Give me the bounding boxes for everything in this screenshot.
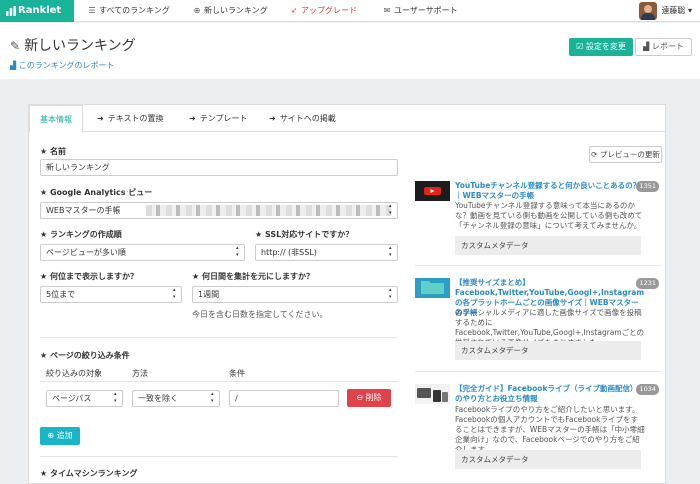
rank-count-label: ★ 何位まで表示しますか？ (40, 272, 138, 281)
preview-item[interactable]: 【完全ガイド】Facebookライブ（ライブ動画配信）のやり方とお役立ち情報 1… (415, 384, 661, 479)
arrow-right-icon: ➜ (269, 114, 276, 123)
bar-chart-icon (6, 6, 16, 16)
redacted-area (146, 205, 391, 216)
preview-item-count: 1231 (636, 278, 659, 289)
preview-item-title[interactable]: YouTubeチャンネル登録すると何か良いことあるの？｜WEBマスターの手帳 (455, 181, 643, 201)
name-input[interactable]: 新しいランキング (40, 159, 398, 176)
preview-item-meta: カスタムメタデータ (455, 341, 641, 360)
add-filter-button[interactable]: ⊕ 追加 (40, 427, 80, 445)
preview-item-desc: YouTubeチャンネル登録する意味って本当にあるのかな？動画を見ている側も動画… (455, 201, 643, 230)
page-title-text: 新しいランキング (24, 38, 136, 54)
tab-label: サイトへの掲載 (279, 114, 336, 123)
nav-label: ユーザーサポート (394, 6, 458, 15)
brand-name: Ranklet (18, 5, 62, 16)
page-header: ✎ 新しいランキング ▟ このランキングのレポート ☑ 設定を変更 ▟ レポート (0, 23, 700, 79)
tab-text-replace[interactable]: ➜ テキストの置換 (87, 105, 173, 132)
ranking-order-label: ★ ランキングの作成順 (40, 230, 122, 239)
nav-label: 新しいランキング (204, 6, 268, 15)
preview-item-count: 1034 (636, 384, 659, 395)
devices-thumbnail (415, 384, 450, 404)
filter-target-select[interactable]: ページパス (46, 390, 123, 407)
ranking-order-select[interactable]: ページビューが多い順 (40, 244, 245, 261)
preview-item[interactable]: YouTubeチャンネル登録すると何か良いことあるの？｜WEBマスターの手帳 1… (415, 181, 661, 261)
arrow-right-icon: ➜ (189, 114, 196, 123)
divider (40, 381, 398, 382)
edit-icon: ✎ (10, 39, 21, 53)
tab-label: テンプレート (199, 114, 248, 123)
preview-item-count: 1351 (636, 181, 659, 192)
settings-card: 基本情報 ➜ テキストの置換 ➜ テンプレート ➜ サイトへの掲載 ★ 名前 新しいラ… (28, 104, 666, 484)
chart-icon: ▟ (643, 42, 652, 51)
avatar (639, 2, 658, 20)
add-label: 追加 (56, 431, 73, 440)
tab-label: テキストの置換 (107, 114, 164, 123)
report-button[interactable]: ▟ レポート (635, 38, 692, 56)
filter-header-target: 絞り込みの対象 (46, 369, 102, 378)
divider (415, 371, 661, 372)
divider (40, 456, 398, 457)
filter-label: ★ ページの絞り込み条件 (40, 351, 130, 360)
top-navbar: Ranklet ☰ すべてのランキング ⊕ 新しいランキング ➶ アップグレード ✉ ユ… (0, 0, 700, 22)
user-menu[interactable]: 遠藤聡 ▾ (639, 2, 692, 20)
preview-refresh-button[interactable]: ⟳ プレビューの更新 (589, 146, 662, 163)
settings-tabs: 基本情報 ➜ テキストの置換 ➜ テンプレート ➜ サイトへの掲載 (29, 105, 665, 133)
report-label: レポート (651, 42, 684, 51)
nav-label: アップグレード (301, 6, 357, 15)
days-label: ★ 何日間を集計を元にしますか？ (192, 272, 314, 281)
mail-icon: ✉ (383, 6, 391, 15)
filter-method-select[interactable]: 一致を除く (132, 390, 220, 407)
days-select[interactable]: 1週間 (192, 286, 398, 303)
ssl-label: ★ SSL対応サイトですか？ (255, 230, 354, 239)
nav-all-rankings[interactable]: ☰ すべてのランキング (88, 0, 170, 22)
tab-basic-info[interactable]: 基本情報 (29, 105, 83, 133)
ga-view-select[interactable]: WEBマスターの手帳 (40, 202, 398, 219)
nav-label: すべてのランキング (99, 6, 170, 15)
nav-support[interactable]: ✉ ユーザーサポート (383, 0, 458, 22)
rank-count-select[interactable]: 5位まで (40, 286, 182, 303)
minus-circle-icon: ⊖ (356, 393, 366, 402)
report-link-text: このランキングのレポート (18, 61, 115, 70)
preview-item-meta: カスタムメタデータ (455, 450, 641, 469)
folder-thumbnail (415, 278, 450, 298)
divider (40, 337, 398, 338)
ranking-report-link[interactable]: ▟ このランキングのレポート (10, 60, 114, 71)
youtube-thumbnail (415, 181, 450, 201)
days-hint: 今日を含む日数を指定してください。 (192, 310, 328, 319)
caret-down-icon: ▾ (687, 6, 692, 15)
ga-view-label: ★ Google Analytics ビュー (40, 188, 153, 197)
nav-upgrade[interactable]: ➶ アップグレード (290, 0, 357, 22)
rocket-icon: ➶ (290, 6, 298, 15)
delete-filter-button[interactable]: ⊖ 削除 (347, 389, 391, 407)
ssl-select[interactable]: http:// (非SSL) (255, 244, 398, 261)
preview-refresh-label: プレビューの更新 (599, 150, 660, 159)
tab-site-publish[interactable]: ➜ サイトへの掲載 (259, 105, 346, 132)
name-label: ★ 名前 (40, 147, 66, 156)
delete-label: 削除 (365, 393, 382, 402)
filter-condition-input[interactable]: / (229, 390, 339, 407)
plus-circle-icon: ⊕ (193, 6, 201, 15)
preview-item-title[interactable]: 【完全ガイド】Facebookライブ（ライブ動画配信）のやり方とお役立ち情報 (455, 384, 643, 404)
preview-item-meta: カスタムメタデータ (455, 236, 641, 255)
filter-header-condition: 条件 (229, 369, 245, 378)
tab-template[interactable]: ➜ テンプレート (179, 105, 257, 132)
brand-logo[interactable]: Ranklet (0, 0, 74, 22)
filter-header-method: 方法 (132, 369, 148, 378)
ga-view-value: WEBマスターの手帳 (46, 206, 121, 215)
tab-label: 基本情報 (40, 115, 72, 124)
save-label: 設定を変更 (585, 42, 626, 51)
check-icon: ☑ (576, 42, 586, 51)
user-name: 遠藤聡 (661, 6, 686, 15)
nav-new-ranking[interactable]: ⊕ 新しいランキング (193, 0, 268, 22)
arrow-right-icon: ➜ (97, 114, 104, 123)
preview-item[interactable]: 【推奨サイズまとめ】Facebook,Twitter,YouTube,Googl… (415, 278, 661, 364)
preview-item-desc: Facebookライブのやり方をご紹介したいと思います。Facebookの個人ア… (455, 405, 645, 454)
page-title: ✎ 新しいランキング (10, 35, 136, 55)
chart-icon: ▟ (10, 61, 19, 70)
list-icon: ☰ (88, 6, 96, 15)
save-settings-button[interactable]: ☑ 設定を変更 (569, 38, 633, 56)
plus-circle-icon: ⊕ (47, 431, 57, 440)
divider (415, 265, 661, 266)
refresh-icon: ⟳ (591, 150, 600, 159)
timemachine-label: ★ タイムマシンランキング (40, 469, 138, 478)
